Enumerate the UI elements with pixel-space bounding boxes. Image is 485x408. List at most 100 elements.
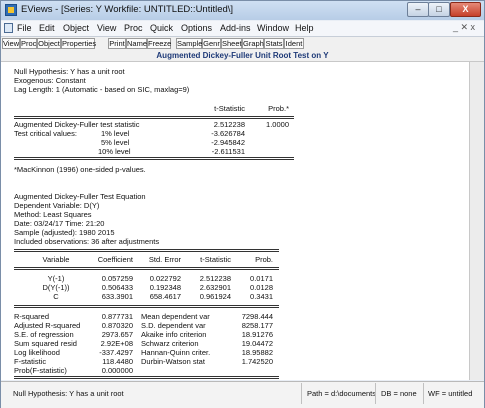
- coef-variable: Y(-1): [47, 274, 65, 283]
- crit-level-5: 5% level: [101, 138, 130, 147]
- toolbar-ident-button[interactable]: Ident: [284, 38, 304, 49]
- coef-prob: 0.0171: [250, 274, 273, 283]
- coef-std-error: 0.192348: [149, 283, 181, 292]
- rule: [14, 305, 279, 306]
- menu-window[interactable]: Window: [257, 23, 289, 33]
- output-heading: Augmented Dickey-Fuller Unit Root Test o…: [1, 50, 484, 62]
- coef-header-variable: Variable: [42, 255, 70, 264]
- eviews-app-icon[interactable]: [5, 4, 17, 16]
- crit-level-1: 1% level: [101, 129, 130, 138]
- status-message: Null Hypothesis: Y has a unit root: [13, 389, 124, 398]
- menu-file[interactable]: File: [17, 23, 32, 33]
- menu-help[interactable]: Help: [295, 23, 314, 33]
- coef-std-error: 658.4617: [149, 292, 181, 301]
- status-path: Path = d:\documents: [307, 389, 377, 398]
- menu-options[interactable]: Options: [181, 23, 212, 33]
- toolbar-proc-button[interactable]: Proc: [20, 38, 37, 49]
- rule: [14, 251, 279, 252]
- minimize-button[interactable]: –: [407, 2, 429, 17]
- stat-label: S.D. dependent var: [141, 321, 206, 330]
- status-wf: WF = untitled: [428, 389, 473, 398]
- null-hypothesis-line: Null Hypothesis: Y has a unit root: [14, 67, 125, 76]
- eviews-window: EViews - [Series: Y Workfile: UNTITLED::…: [0, 0, 485, 408]
- toolbar-stats-button[interactable]: Stats: [264, 38, 284, 49]
- stat-label: Log likelihood: [14, 348, 60, 357]
- stat-label: Sum squared resid: [14, 339, 77, 348]
- coef-header-prob: Prob.: [255, 255, 273, 264]
- title-bar[interactable]: EViews - [Series: Y Workfile: UNTITLED::…: [1, 1, 484, 20]
- stat-label: Akaike info criterion: [141, 330, 207, 339]
- rule: [14, 307, 279, 308]
- stat-label: F-statistic: [14, 357, 47, 366]
- method-line: Method: Least Squares: [14, 210, 92, 219]
- menu-add-ins[interactable]: Add-ins: [220, 23, 251, 33]
- rule: [14, 267, 279, 268]
- rule: [14, 269, 279, 270]
- toolbar-name-button[interactable]: Name: [126, 38, 147, 49]
- menu-edit[interactable]: Edit: [39, 23, 55, 33]
- stat-value: 8258.177: [241, 321, 273, 330]
- coef-variable: D(Y(-1)): [42, 283, 70, 292]
- crit-value-1: -3.626784: [211, 129, 245, 138]
- toolbar-print-button[interactable]: Print: [108, 38, 126, 49]
- vertical-scrollbar[interactable]: [470, 62, 484, 380]
- stat-label: S.E. of regression: [14, 330, 74, 339]
- crit-level-10: 10% level: [98, 147, 131, 156]
- status-db: DB = none: [381, 389, 417, 398]
- menu-view[interactable]: View: [97, 23, 116, 33]
- maximize-button[interactable]: □: [428, 2, 450, 17]
- toolbar-object-button[interactable]: Object: [37, 38, 61, 49]
- toolbar-view-button[interactable]: View: [2, 38, 20, 49]
- stat-label: R-squared: [14, 312, 50, 321]
- output-pane[interactable]: Null Hypothesis: Y has a unit root Exoge…: [1, 62, 470, 380]
- menu-quick[interactable]: Quick: [150, 23, 173, 33]
- stat-value: 2.92E+08: [100, 339, 133, 348]
- coef-header-t-statistic: t-Statistic: [200, 255, 231, 264]
- stat-label: Durbin-Watson stat: [141, 357, 205, 366]
- rule: [14, 118, 294, 119]
- dependent-variable-line: Dependent Variable: D(Y): [14, 201, 100, 210]
- observations-line: Included observations: 36 after adjustme…: [14, 237, 160, 246]
- stat-value: 1.742520: [241, 357, 273, 366]
- adf-stat-prob: 1.0000: [266, 120, 289, 129]
- coef-header-coefficient: Coefficient: [97, 255, 133, 264]
- stat-value: 0.877731: [101, 312, 133, 321]
- toolbar-genr-button[interactable]: Genr: [202, 38, 221, 49]
- coef-value: 0.057259: [101, 274, 133, 283]
- menu-proc[interactable]: Proc: [124, 23, 143, 33]
- coef-t-statistic: 2.632901: [199, 283, 231, 292]
- stat-value: 18.91276: [241, 330, 273, 339]
- toolbar-properties-button[interactable]: Properties: [61, 38, 96, 49]
- toolbar-graph-button[interactable]: Graph: [242, 38, 264, 49]
- sample-line: Sample (adjusted): 1980 2015: [14, 228, 115, 237]
- mdi-window-controls[interactable]: _ ✕ x: [453, 22, 475, 33]
- stat-value: 19.04472: [241, 339, 273, 348]
- rule: [14, 249, 279, 250]
- stat-label: Schwarz criterion: [141, 339, 199, 348]
- coef-prob: 0.0128: [250, 283, 273, 292]
- coef-prob: 0.3431: [250, 292, 273, 301]
- crit-value-5: -2.945842: [211, 138, 245, 147]
- document-icon[interactable]: [4, 23, 13, 33]
- rule: [14, 378, 279, 379]
- coef-value: 633.3901: [101, 292, 133, 301]
- stat-label: Prob(F-statistic): [14, 366, 67, 375]
- stat-label: Adjusted R-squared: [14, 321, 81, 330]
- window-title: EViews - [Series: Y Workfile: UNTITLED::…: [21, 4, 234, 15]
- adf-stat-label: Augmented Dickey-Fuller test statistic: [14, 120, 140, 129]
- coef-t-statistic: 0.961924: [199, 292, 231, 301]
- status-divider: [423, 383, 424, 404]
- close-button[interactable]: X: [450, 2, 481, 17]
- stat-value: 2973.657: [101, 330, 133, 339]
- menu-object[interactable]: Object: [63, 23, 89, 33]
- stat-value: 7298.444: [241, 312, 273, 321]
- coef-value: 0.506433: [101, 283, 133, 292]
- toolbar-sheet-button[interactable]: Sheet: [221, 38, 242, 49]
- object-toolbar: View Proc Object Properties Print Name F…: [1, 37, 484, 51]
- toolbar-sample-button[interactable]: Sample: [176, 38, 202, 49]
- date-time-line: Date: 03/24/17 Time: 21:20: [14, 219, 105, 228]
- toolbar-freeze-button[interactable]: Freeze: [147, 38, 171, 49]
- crit-value-10: -2.611531: [211, 147, 245, 156]
- adf-stat-value: 2.512238: [213, 120, 245, 129]
- stat-label: Mean dependent var: [141, 312, 210, 321]
